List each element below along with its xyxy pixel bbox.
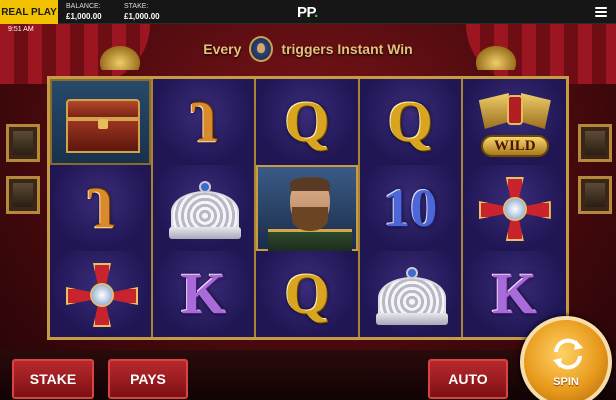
spin-label: SPIN [553,376,579,388]
double-eagle-icon [478,85,551,133]
left-wall-painting-top [6,124,40,162]
symbol-letter: K [491,261,537,326]
tsar-seal-icon [249,36,274,62]
reel-4: Q 10 [359,79,463,337]
symbol-q: Q [359,79,461,165]
pays-button[interactable]: PAYS [108,359,188,399]
auto-button[interactable]: AUTO [428,359,508,399]
order-cross-icon [478,177,551,241]
symbol-crown [153,165,255,251]
right-gold-ornament [476,46,516,70]
symbol-j: J [50,165,152,251]
reel-1: J [50,79,154,337]
top-status-bar: REAL PLAY BALANCE: £1,000.00 STAKE: £1,0… [0,0,616,24]
symbol-tsar-portrait [256,165,358,253]
symbol-q: Q [256,251,358,337]
wild-label: WILD [480,135,549,157]
symbol-letter: J [189,90,219,155]
symbol-j: J [153,79,255,165]
symbol-treasure-chest [50,79,152,165]
symbol-letter: 10 [383,178,438,238]
imperial-crown-icon [374,267,450,329]
hamburger-menu-icon[interactable] [595,7,607,17]
symbol-q: Q [256,79,358,165]
balance-display: BALANCE: £1,000.00 [66,2,102,22]
clock-time: 9:51 AM [8,26,34,33]
reel-5: WILD K [462,79,566,337]
treasure-chest-icon [66,99,140,153]
right-wall-painting-top [578,124,612,162]
stake-button[interactable]: STAKE [12,359,94,399]
reel-3: QQ [256,79,360,337]
symbol-letter: K [181,261,227,326]
stake-label: STAKE: [124,3,149,10]
real-play-button[interactable]: REAL PLAY [0,0,58,24]
symbol-letter: J [86,176,116,241]
right-wall-painting-bottom [578,176,612,214]
symbol-letter: Q [387,89,433,154]
imperial-crown-icon [167,181,243,243]
left-gold-ornament [100,46,140,70]
banner-text-left: Every [203,41,242,57]
reel-2: JK [153,79,257,337]
stake-value: £1,000.00 [124,12,160,21]
symbol-letter: Q [284,261,330,326]
spin-button[interactable]: SPIN [520,316,612,400]
left-wall-painting-bottom [6,176,40,214]
symbol-letter: Q [284,89,330,154]
reel-grid: J J K Q Q Q 10 WILD K [47,76,569,340]
balance-label: BALANCE: [66,3,101,10]
order-cross-icon [66,263,138,327]
logo-text: PP [297,4,315,21]
stake-display: STAKE: £1,000.00 [124,2,160,22]
balance-value: £1,000.00 [66,12,102,21]
logo-dot: . [314,4,318,21]
symbol-k: K [153,251,255,337]
symbol-10: 10 [359,165,461,251]
symbol-order-cross [462,165,566,251]
banner-text-right: triggers Instant Win [281,41,413,57]
tsar-portrait-icon [268,177,353,253]
symbol-crown [359,251,461,337]
spin-arrows-icon [553,338,583,370]
instant-win-banner: Every triggers Instant Win [150,36,466,62]
pragmatic-play-logo: PP. [297,4,318,21]
symbol-wild: WILD [462,79,566,165]
symbol-order-cross [50,251,152,337]
